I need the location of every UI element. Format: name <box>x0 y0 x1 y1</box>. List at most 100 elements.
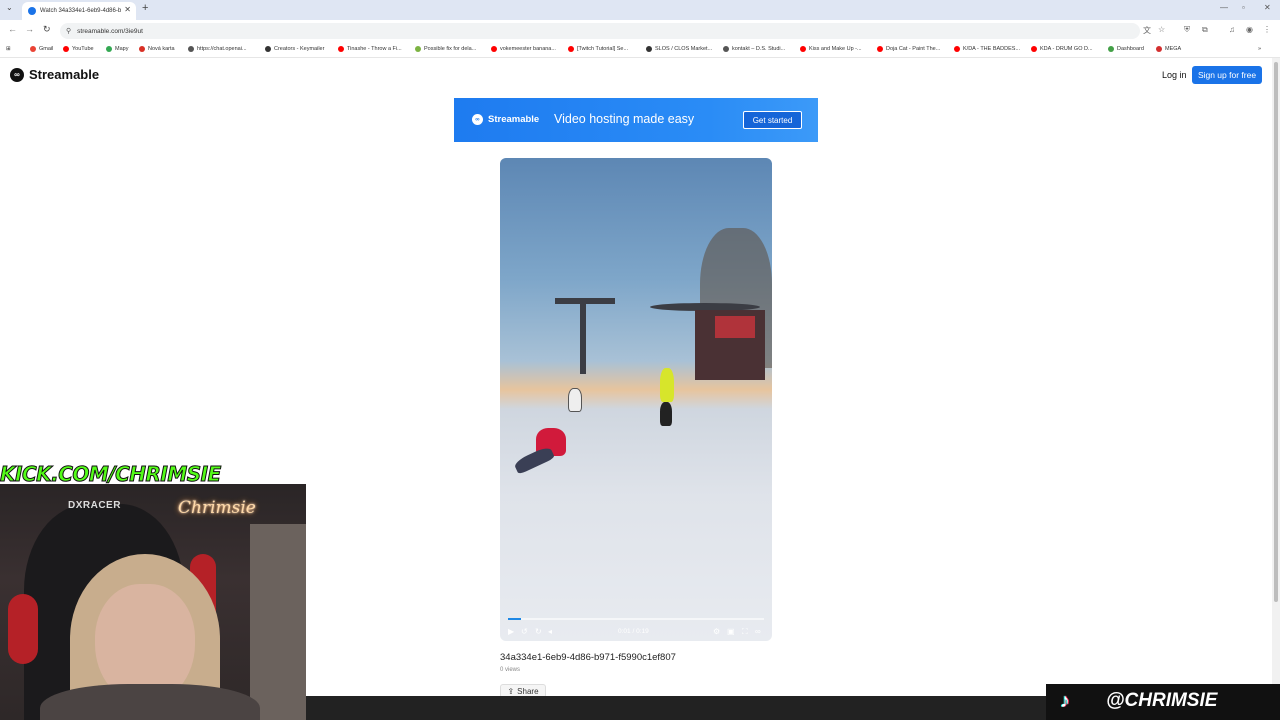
bookmark-favicon-icon <box>1108 46 1114 52</box>
chair-red-accent <box>8 594 38 664</box>
bookmark-item[interactable]: Dashboard <box>1108 46 1144 52</box>
bookmark-item[interactable]: vokemeester banana... <box>491 46 556 52</box>
video-player[interactable]: ▶ ↺ ↻ ◂ 0:01 / 0:19 ⚙ ▣ ⛶ ∞ <box>500 158 772 641</box>
bookmark-favicon-icon <box>877 46 883 52</box>
bookmark-item[interactable]: Gmail <box>30 46 53 52</box>
bookmark-label: Possible fix for dela... <box>424 46 477 52</box>
fullscreen-icon[interactable]: ⛶ <box>742 627 748 637</box>
station-roof <box>715 316 755 338</box>
snowboarder-yellow-legs <box>660 402 672 426</box>
close-tab-icon[interactable]: ✕ <box>124 5 131 14</box>
picture-in-picture-icon[interactable]: ▣ <box>727 627 735 636</box>
bookmark-item[interactable]: MEGA <box>1156 46 1181 52</box>
video-title: 34a334e1-6eb9-4d86-b971-f5990c1ef807 <box>500 652 676 663</box>
menu-kebab-icon[interactable]: ⋮ <box>1263 25 1271 34</box>
new-tab-button[interactable]: + <box>142 2 148 14</box>
bookmark-favicon-icon <box>188 46 194 52</box>
webcam-overlay: DXRACER Chrimsie <box>0 484 306 720</box>
bookmark-item[interactable]: YouTube <box>63 46 94 52</box>
streamable-logo[interactable]: ∞ Streamable <box>10 67 99 82</box>
url-text: streamable.com/3ie9ut <box>77 27 143 35</box>
streamable-logo-icon: ∞ <box>10 67 24 82</box>
time-display: 0:01 / 0:19 <box>618 628 649 635</box>
extensions-icon[interactable]: ⧉ <box>1202 25 1208 35</box>
address-bar[interactable]: ⚲ streamable.com/3ie9ut <box>60 23 1140 39</box>
bookmark-label: [Twitch Tutorial] Se... <box>577 46 629 52</box>
bookmark-label: SLOS / CLOS Market... <box>655 46 713 52</box>
bookmark-item[interactable]: Tinashe - Throw a Fi... <box>338 46 402 52</box>
tab-strip: ⌄ Watch 34a334e1-6eb9-4d86-b ✕ + — ▫ ✕ <box>0 0 1280 20</box>
tab-search-icon[interactable]: ⌄ <box>6 3 13 12</box>
back-icon[interactable]: ← <box>8 24 17 34</box>
bookmark-item[interactable]: https://chat.openai... <box>188 46 247 52</box>
minimize-icon[interactable]: — <box>1220 3 1228 12</box>
rewind-icon[interactable]: ↺ <box>521 627 528 636</box>
background-wall <box>250 524 306 720</box>
streamable-watermark-icon[interactable]: ∞ <box>755 627 761 636</box>
reload-icon[interactable]: ↻ <box>43 24 51 35</box>
settings-icon[interactable]: ⚙ <box>713 627 720 636</box>
close-window-icon[interactable]: ✕ <box>1264 3 1271 12</box>
bookmark-item[interactable]: Creators - Keymailer <box>265 46 324 52</box>
play-icon[interactable]: ▶ <box>508 627 514 636</box>
bookmark-item[interactable]: Mapy <box>106 46 128 52</box>
bookmark-favicon-icon <box>63 46 69 52</box>
bookmark-star-icon[interactable]: ☆ <box>1158 25 1165 34</box>
bookmark-label: Mapy <box>115 46 129 52</box>
tab-active[interactable]: Watch 34a334e1-6eb9-4d86-b ✕ <box>22 2 136 20</box>
volume-icon[interactable]: ◂ <box>548 627 552 636</box>
bookmark-label: Creators - Keymailer <box>274 46 325 52</box>
share-icon: ⇪ <box>507 686 515 696</box>
bookmark-favicon-icon <box>1156 46 1162 52</box>
banner-get-started-button[interactable]: Get started <box>743 111 802 129</box>
bookmark-favicon-icon <box>491 46 497 52</box>
bookmark-item[interactable]: kontakt – D.S. Studi... <box>723 46 785 52</box>
bookmark-item[interactable]: K/DA - THE BADDES... <box>954 46 1020 52</box>
bookmark-favicon-icon <box>800 46 806 52</box>
bookmark-favicon-icon <box>30 46 36 52</box>
tiktok-icon: ♪ <box>1060 690 1070 712</box>
forward-icon[interactable]: → <box>25 24 34 34</box>
bookmark-label: kontakt – D.S. Studi... <box>732 46 786 52</box>
bookmark-item[interactable]: Doja Cat - Paint The... <box>877 46 940 52</box>
browser-toolbar: ← → ↻ ⚲ streamable.com/3ie9ut 文 ☆ ⛨ ⧉ ♫ … <box>0 20 1280 42</box>
logo-text: Streamable <box>29 67 100 82</box>
bookmark-favicon-icon <box>139 46 145 52</box>
restore-icon[interactable]: ▫ <box>1242 3 1245 12</box>
bookmark-item[interactable]: KDA - DRUM GO D... <box>1031 46 1093 52</box>
bookmark-label: Doja Cat - Paint The... <box>886 46 941 52</box>
tiktok-handle: @CHRIMSIE <box>1106 690 1218 711</box>
banner-tagline: Video hosting made easy <box>554 112 695 126</box>
kick-handle-overlay: KICK.COM/CHRIMSIE <box>0 462 222 487</box>
bookmark-item[interactable]: Kiss and Make Up -... <box>800 46 862 52</box>
bookmark-favicon-icon <box>338 46 344 52</box>
bookmark-label: Kiss and Make Up -... <box>809 46 862 52</box>
ad-banner[interactable]: ∞ Streamable Video hosting made easy Get… <box>454 98 818 142</box>
signup-button[interactable]: Sign up for free <box>1192 66 1262 84</box>
bookmark-favicon-icon <box>723 46 729 52</box>
bookmark-item[interactable]: [Twitch Tutorial] Se... <box>568 46 628 52</box>
apps-grid-icon[interactable]: ⊞ <box>6 46 11 52</box>
chair-brand: DXRACER <box>68 500 121 511</box>
bookmark-item[interactable]: Possible fix for dela... <box>415 46 476 52</box>
bookmark-label: MEGA <box>1165 46 1182 52</box>
bookmark-favicon-icon <box>265 46 271 52</box>
scrollbar-thumb[interactable] <box>1274 62 1278 602</box>
bookmark-favicon-icon <box>568 46 574 52</box>
site-info-icon[interactable]: ⚲ <box>66 27 71 35</box>
progress-track[interactable] <box>508 618 764 620</box>
bookmark-label: K/DA - THE BADDES... <box>963 46 1021 52</box>
media-icon[interactable]: ♫ <box>1229 25 1235 34</box>
bookmark-label: Nová karta <box>148 46 175 52</box>
forward-icon[interactable]: ↻ <box>535 627 542 636</box>
bookmark-item[interactable]: SLOS / CLOS Market... <box>646 46 712 52</box>
more-bookmarks-icon[interactable]: » <box>1258 46 1261 52</box>
bookmark-favicon-icon <box>106 46 112 52</box>
view-count: 0 views <box>500 667 521 673</box>
profile-icon[interactable]: ◉ <box>1246 25 1253 34</box>
login-link[interactable]: Log in <box>1162 70 1187 80</box>
bookmark-item[interactable]: Nová karta <box>139 46 175 52</box>
extension-shield-icon[interactable]: ⛨ <box>1184 25 1190 35</box>
bookmark-label: https://chat.openai... <box>197 46 247 52</box>
translate-icon[interactable]: 文 <box>1143 25 1151 36</box>
